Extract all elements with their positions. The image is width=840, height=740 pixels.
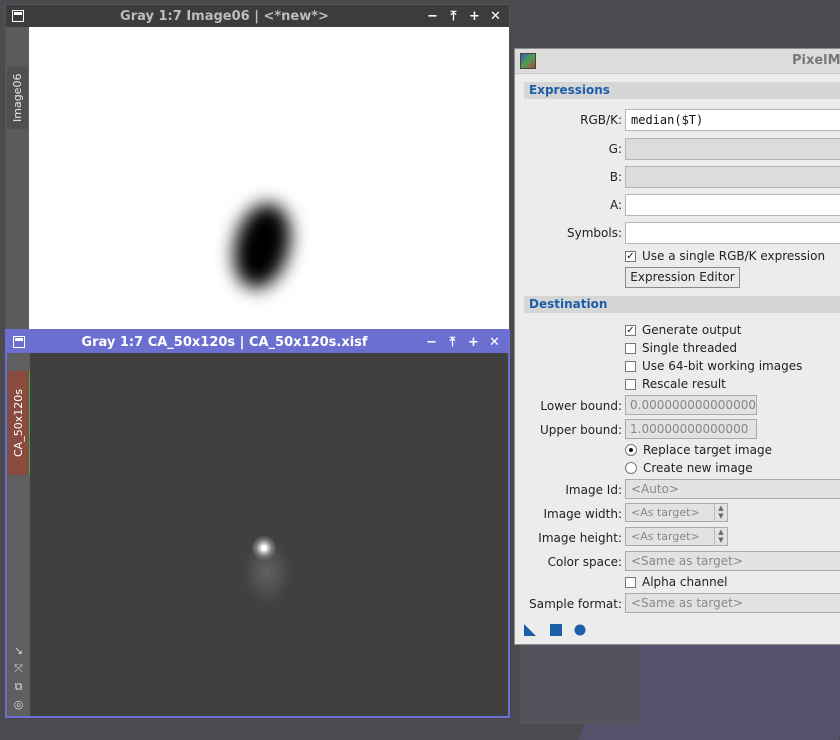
spinbox-arrows-icon[interactable]: ▲ ▼ [714, 504, 727, 521]
window-menu-icon[interactable] [13, 336, 25, 348]
image-id-label: Image Id: [565, 483, 622, 497]
a-expression-field[interactable] [625, 194, 840, 216]
rgbk-expression-field[interactable]: median($T) [625, 109, 840, 131]
image-window-image06[interactable]: Gray 1:7 Image06 | <*new*> − ⤒ + ✕ Image… [5, 4, 510, 331]
apply-icon[interactable] [574, 624, 586, 636]
image-id-field[interactable]: <Auto> [625, 479, 840, 499]
spinbox-value: <As target> [631, 506, 700, 519]
alpha-channel-checkbox[interactable]: Alpha channel [625, 575, 727, 589]
upper-bound-field[interactable]: 1.00000000000000 [625, 419, 757, 439]
window-sidebar: Image06 [6, 27, 29, 330]
window-titlebar[interactable]: Gray 1:7 Image06 | <*new*> − ⤒ + ✕ [6, 5, 509, 27]
close-button[interactable]: ✕ [488, 9, 503, 24]
new-instance-icon[interactable] [524, 624, 536, 636]
shade-button[interactable]: ⤒ [446, 9, 461, 24]
image-blob [225, 197, 299, 295]
dialog-titlebar[interactable]: PixelMa [515, 49, 840, 74]
select-value: <Same as target> [631, 596, 743, 610]
image-id-tab[interactable]: Image06 [7, 67, 28, 129]
expressions-section-header[interactable]: Expressions [524, 82, 840, 99]
upper-bound-label: Upper bound: [540, 423, 622, 437]
a-label: A: [609, 198, 622, 212]
lower-bound-field[interactable]: 0.000000000000000 [625, 395, 757, 415]
image-id-tab[interactable]: CA_50x120s [8, 371, 31, 475]
checkbox-label: Single threaded [642, 341, 738, 355]
close-button[interactable]: ✕ [487, 335, 502, 350]
dialog-title: PixelMa [792, 53, 840, 68]
radio-circle[interactable] [625, 444, 637, 456]
window-sidebar: CA_50x120s ↘ ⤧ ⧉ ◎ [7, 353, 31, 716]
symbols-label: Symbols: [567, 226, 622, 240]
pixelmath-app-icon [520, 53, 536, 69]
generate-output-checkbox[interactable]: ✓ Generate output [625, 323, 741, 337]
checkbox-box[interactable] [625, 342, 636, 354]
sample-format-label: Sample format: [529, 597, 622, 611]
sample-format-select[interactable]: <Same as target> ▼ [625, 593, 840, 613]
rgbk-label: RGB/K: [580, 113, 622, 127]
create-new-image-radio[interactable]: Create new image [625, 461, 753, 475]
replace-target-radio[interactable]: Replace target image [625, 443, 772, 457]
zoom-fit-icon[interactable]: ↘ [12, 644, 26, 658]
checkbox-label: Use 64-bit working images [642, 359, 803, 373]
window-title: Gray 1:7 Image06 | <*new*> [120, 8, 329, 24]
radio-label: Replace target image [643, 443, 772, 457]
dialog-bottom-bar [515, 616, 840, 644]
pixelmath-dialog[interactable]: PixelMa Expressions RGB/K: median($T) G:… [514, 48, 840, 645]
checkbox-box[interactable]: ✓ [625, 250, 636, 262]
checkbox-box[interactable] [625, 378, 636, 390]
b-expression-field[interactable] [625, 166, 840, 188]
crosshair-icon[interactable]: ⤧ [12, 662, 26, 676]
duplicate-icon[interactable]: ⧉ [12, 680, 26, 694]
window-titlebar[interactable]: Gray 1:7 CA_50x120s | CA_50x120s.xisf − … [7, 331, 508, 353]
select-value: <Same as target> [631, 554, 743, 568]
color-space-select[interactable]: <Same as target> ▼ [625, 551, 840, 571]
shade-button[interactable]: ⤒ [445, 335, 460, 350]
color-space-label: Color space: [547, 555, 622, 569]
g-label: G: [608, 142, 622, 156]
image-height-label: Image height: [538, 531, 622, 545]
checkbox-box[interactable] [625, 360, 636, 372]
image-canvas[interactable] [30, 353, 508, 716]
spinbox-arrows-icon[interactable]: ▲ ▼ [714, 528, 727, 545]
window-title: Gray 1:7 CA_50x120s | CA_50x120s.xisf [81, 334, 368, 350]
checkbox-box[interactable]: ✓ [625, 324, 636, 336]
symbols-field[interactable] [625, 222, 840, 244]
minimize-button[interactable]: − [424, 335, 439, 350]
maximize-button[interactable]: + [467, 9, 482, 24]
minimize-button[interactable]: − [425, 9, 440, 24]
desktop-background-shape [520, 644, 640, 724]
spinbox-value: <As target> [631, 530, 700, 543]
apply-global-icon[interactable] [550, 624, 562, 636]
use-64bit-checkbox[interactable]: Use 64-bit working images [625, 359, 802, 373]
maximize-button[interactable]: + [466, 335, 481, 350]
single-threaded-checkbox[interactable]: Single threaded [625, 341, 737, 355]
radio-label: Create new image [643, 461, 753, 475]
checkbox-box[interactable] [625, 576, 636, 588]
lower-bound-label: Lower bound: [540, 399, 622, 413]
image-height-spinbox[interactable]: <As target> ▲ ▼ [625, 527, 728, 546]
checkbox-label: Alpha channel [642, 575, 728, 589]
target-icon[interactable]: ◎ [12, 698, 26, 712]
image-width-spinbox[interactable]: <As target> ▲ ▼ [625, 503, 728, 522]
image-window-ca-50x120s[interactable]: Gray 1:7 CA_50x120s | CA_50x120s.xisf − … [5, 329, 510, 718]
checkbox-label: Rescale result [642, 377, 726, 391]
rescale-result-checkbox[interactable]: Rescale result [625, 377, 726, 391]
image-width-label: Image width: [543, 507, 622, 521]
checkbox-label: Use a single RGB/K expression [642, 249, 826, 263]
radio-circle[interactable] [625, 462, 637, 474]
window-menu-icon[interactable] [12, 10, 24, 22]
destination-section-header[interactable]: Destination [524, 296, 840, 313]
g-expression-field[interactable] [625, 138, 840, 160]
b-label: B: [609, 170, 622, 184]
image-canvas[interactable] [29, 27, 509, 330]
expression-editor-button[interactable]: Expression Editor [625, 267, 740, 288]
comet-nucleus [252, 535, 276, 561]
checkbox-label: Generate output [642, 323, 742, 337]
single-rgbk-checkbox[interactable]: ✓ Use a single RGB/K expression [625, 249, 825, 263]
